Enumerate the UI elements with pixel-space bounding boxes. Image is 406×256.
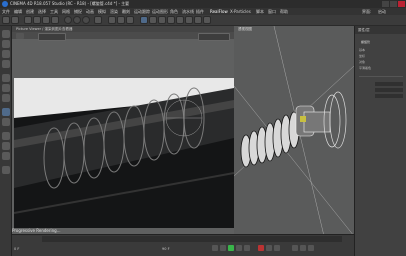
perspective-viewport[interactable]: 透视视图	[234, 26, 354, 236]
render-picture-viewer-icon[interactable]	[117, 16, 125, 24]
pv-zoom-select[interactable]	[38, 32, 66, 41]
redo-icon[interactable]	[11, 16, 19, 24]
soft-selection-icon[interactable]	[2, 152, 10, 160]
workplane-icon[interactable]	[2, 60, 10, 68]
attr-tab-object[interactable]: 对象	[359, 60, 365, 64]
scale-key-button[interactable]	[300, 245, 306, 251]
pv-file-button[interactable]	[16, 32, 24, 39]
menu-bar: 文件 编辑 创建 选择 工具 网格 捕捉 动画 模拟 渲染 雕刻 运动跟踪 运动…	[0, 8, 406, 15]
menu-realflow[interactable]: RealFlow	[210, 9, 228, 14]
live-select-icon[interactable]	[24, 16, 32, 24]
rotation-key-button[interactable]	[308, 245, 314, 251]
next-frame-button[interactable]	[236, 245, 242, 251]
scale-icon[interactable]	[42, 16, 50, 24]
pv-display-select[interactable]	[198, 32, 230, 41]
model-mode-icon[interactable]	[2, 40, 10, 48]
close-button[interactable]	[398, 1, 405, 7]
cube-icon[interactable]	[140, 16, 148, 24]
go-to-end-button[interactable]	[244, 245, 250, 251]
array-icon[interactable]	[167, 16, 175, 24]
maximize-button[interactable]	[390, 1, 397, 7]
coordinate-system-icon[interactable]	[94, 16, 102, 24]
go-to-start-button[interactable]	[212, 245, 218, 251]
attribute-title: 属性/层	[358, 28, 370, 32]
attr-tab-phong[interactable]: 平滑着色	[359, 66, 371, 70]
deformer-icon[interactable]	[176, 16, 184, 24]
main-toolbar	[0, 15, 406, 26]
attribute-manager: 属性/层 螺旋管 基本 坐标 对象 平滑着色	[354, 26, 406, 256]
autokey-button[interactable]	[266, 245, 272, 251]
light-icon[interactable]	[203, 16, 211, 24]
subdivision-icon[interactable]	[158, 16, 166, 24]
move-icon[interactable]	[33, 16, 41, 24]
title-bar: CINEMA 4D R18.057 Studio (RC - R18) - [螺…	[0, 0, 406, 8]
attr-object-name: 螺旋管	[361, 40, 371, 44]
left-tool-palette	[0, 26, 12, 256]
timeline-end: 90 F	[162, 247, 170, 251]
points-mode-icon[interactable]	[2, 74, 10, 82]
attr-field-2[interactable]	[375, 88, 403, 92]
spline-pen-icon[interactable]	[149, 16, 157, 24]
attr-divider	[359, 76, 403, 77]
x-axis-icon[interactable]	[64, 16, 72, 24]
picture-viewer-toolbar	[12, 32, 234, 41]
minimize-button[interactable]	[382, 1, 389, 7]
attr-tab-coord[interactable]: 坐标	[359, 54, 365, 58]
polygons-mode-icon[interactable]	[2, 94, 10, 102]
snap-icon[interactable]	[2, 132, 10, 140]
picture-viewer-window: Picture Viewer / 渲染到图片查看器	[12, 26, 234, 234]
render-canvas	[14, 78, 234, 228]
position-key-button[interactable]	[292, 245, 298, 251]
y-axis-icon[interactable]	[73, 16, 81, 24]
previous-frame-button[interactable]	[220, 245, 226, 251]
rendered-image	[14, 78, 234, 228]
tweak-mode-icon[interactable]	[2, 118, 10, 126]
wireframe-model	[234, 26, 354, 236]
edges-mode-icon[interactable]	[2, 84, 10, 92]
z-axis-icon[interactable]	[82, 16, 90, 24]
play-button[interactable]	[228, 245, 234, 251]
solo-icon[interactable]	[2, 166, 10, 174]
rotate-icon[interactable]	[51, 16, 59, 24]
menu-xparticles[interactable]: X-Particles	[230, 9, 251, 14]
camera-icon[interactable]	[194, 16, 202, 24]
cinema4d-logo-icon	[2, 1, 8, 7]
attr-field-3[interactable]	[375, 94, 403, 98]
make-editable-icon[interactable]	[2, 30, 10, 38]
render-progress-text: Progressive Rendering...	[12, 228, 61, 233]
floor-icon[interactable]	[185, 16, 193, 24]
record-button[interactable]	[258, 245, 264, 251]
texture-mode-icon[interactable]	[2, 50, 10, 58]
attr-field-1[interactable]	[375, 82, 403, 86]
timeline-ruler[interactable]	[42, 236, 342, 242]
render-view-icon[interactable]	[108, 16, 116, 24]
keyframe-selection-button[interactable]	[274, 245, 280, 251]
lock-workplane-icon[interactable]	[2, 142, 10, 150]
timeline-start: 0 F	[14, 247, 20, 251]
attribute-header: 属性/层	[355, 26, 406, 34]
axis-mode-icon[interactable]	[2, 108, 10, 116]
window-title: CINEMA 4D R18.057 Studio (RC - R18) - [螺…	[10, 1, 130, 6]
render-settings-icon[interactable]	[126, 16, 134, 24]
timeline-panel: 0 F 90 F	[12, 234, 354, 256]
undo-icon[interactable]	[2, 16, 10, 24]
attr-tab-basic[interactable]: 基本	[359, 48, 365, 52]
